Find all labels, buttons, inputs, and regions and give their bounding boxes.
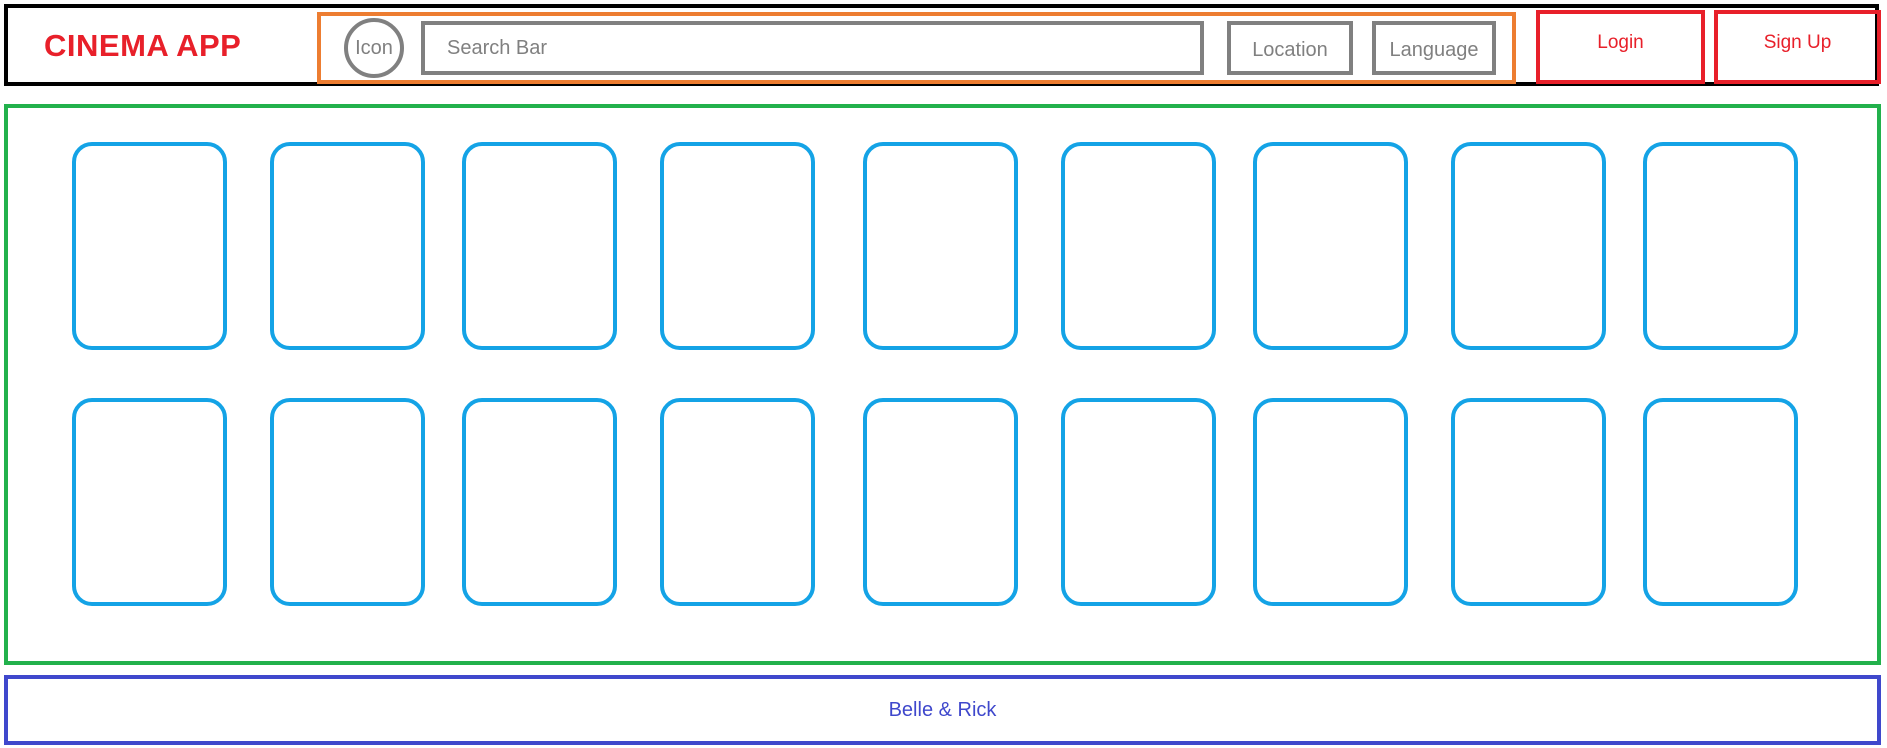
- sign-up-button[interactable]: Sign Up: [1714, 10, 1881, 84]
- footer: Belle & Rick: [4, 675, 1881, 745]
- movie-card[interactable]: [863, 398, 1018, 606]
- movie-card[interactable]: [1451, 398, 1606, 606]
- movie-card[interactable]: [72, 142, 227, 350]
- movie-card[interactable]: [1253, 398, 1408, 606]
- login-button[interactable]: Login: [1536, 10, 1705, 84]
- location-select[interactable]: Location: [1227, 21, 1353, 75]
- movie-card[interactable]: [270, 142, 425, 350]
- movie-card[interactable]: [1061, 398, 1216, 606]
- app-title: CINEMA APP: [44, 28, 242, 63]
- movie-card[interactable]: [1451, 142, 1606, 350]
- footer-credit: Belle & Rick: [888, 698, 997, 721]
- movie-card[interactable]: [1253, 142, 1408, 350]
- movie-card[interactable]: [270, 398, 425, 606]
- movie-card[interactable]: [660, 398, 815, 606]
- search-input-placeholder: Search Bar: [447, 36, 548, 59]
- movie-card[interactable]: [72, 398, 227, 606]
- movie-card[interactable]: [462, 398, 617, 606]
- movie-card[interactable]: [1061, 142, 1216, 350]
- movie-card[interactable]: [660, 142, 815, 350]
- app-icon[interactable]: Icon: [344, 18, 404, 78]
- language-select[interactable]: Language: [1372, 21, 1496, 75]
- search-input[interactable]: Search Bar: [421, 21, 1204, 75]
- movie-card[interactable]: [1643, 142, 1798, 350]
- movie-card[interactable]: [1643, 398, 1798, 606]
- movie-card[interactable]: [863, 142, 1018, 350]
- movie-card[interactable]: [462, 142, 617, 350]
